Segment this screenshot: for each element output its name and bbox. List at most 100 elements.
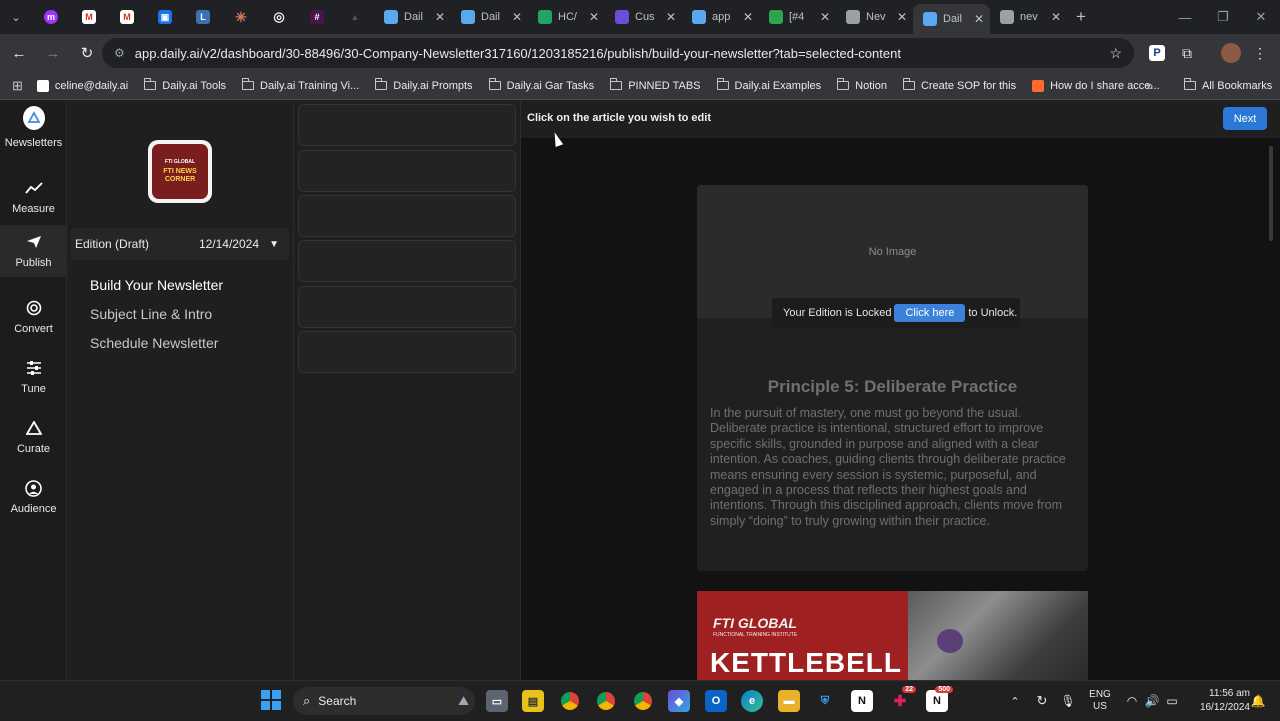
slack-taskbar-icon[interactable]: ✚ 22 (889, 686, 916, 712)
browser-tab[interactable]: Dail ✕ (451, 0, 528, 34)
task-view-icon[interactable]: ▭ (486, 690, 508, 712)
menu-subject-line-intro[interactable]: Subject Line & Intro (90, 306, 212, 322)
skeleton-card[interactable] (298, 104, 516, 146)
forward-arrow-icon[interactable]: → (38, 38, 68, 68)
tab-search-chevron-icon[interactable]: ⌄ (0, 0, 32, 34)
url-text[interactable]: app.daily.ai/v2/dashboard/30-88496/30-Co… (135, 46, 901, 61)
sync-icon[interactable]: ↻ (1032, 681, 1052, 721)
wifi-icon[interactable]: ◠ (1124, 681, 1140, 721)
all-bookmarks-button[interactable]: All Bookmarks (1184, 78, 1272, 92)
browser-tab[interactable]: [#4 ✕ (759, 0, 836, 34)
skeleton-card[interactable] (298, 195, 516, 237)
outlook-icon[interactable]: O (705, 690, 727, 712)
pinned-tab-messenger[interactable]: m (32, 0, 70, 34)
skeleton-card[interactable] (298, 286, 516, 328)
menu-build-your-newsletter[interactable]: Build Your Newsletter (90, 277, 223, 293)
tab-close-icon[interactable]: ✕ (666, 10, 676, 24)
windows-start-icon[interactable] (261, 690, 281, 710)
copilot-icon[interactable]: ◆ (668, 690, 690, 712)
store-icon[interactable]: ⛨ (814, 690, 836, 712)
browser-tab[interactable]: Nev ✕ (836, 0, 913, 34)
profile-avatar[interactable] (1218, 38, 1244, 68)
pinned-tab-slack[interactable]: # (298, 0, 336, 34)
browser-tab[interactable]: nev ✕ (990, 0, 1067, 34)
tab-close-icon[interactable]: ✕ (589, 10, 599, 24)
rail-item-newsletters[interactable]: Newsletters (0, 101, 67, 159)
tab-close-icon[interactable]: ✕ (897, 10, 907, 24)
chrome-icon[interactable] (559, 690, 581, 712)
menu-schedule-newsletter[interactable]: Schedule Newsletter (90, 335, 218, 351)
next-button[interactable]: Next (1223, 107, 1267, 130)
battery-icon[interactable]: ▭ (1164, 681, 1180, 721)
bookmark-item[interactable]: How do I share acce... (1032, 79, 1160, 92)
taskbar-clock[interactable]: 11:56 am 16/12/2024 (1186, 687, 1250, 715)
article-card[interactable]: No Image Principle 5: Deliberate Practic… (697, 185, 1088, 571)
bookmark-item[interactable]: Notion (837, 78, 887, 92)
bookmark-item[interactable]: Daily.ai Prompts (375, 78, 473, 92)
rail-item-curate[interactable]: Curate (0, 411, 67, 469)
address-bar[interactable]: ⚙ app.daily.ai/v2/dashboard/30-88496/30-… (102, 38, 1134, 68)
tab-close-icon[interactable]: ✕ (512, 10, 522, 24)
bookmark-item[interactable]: Create SOP for this (902, 78, 1016, 92)
browser-menu-icon[interactable]: ⋮ (1250, 38, 1270, 68)
skeleton-card[interactable] (298, 331, 516, 373)
reload-icon[interactable]: ↻ (72, 38, 102, 68)
tab-close-icon[interactable]: ✕ (820, 10, 830, 24)
minimize-window-icon[interactable]: — (1166, 0, 1204, 34)
browser-tab[interactable]: Dail ✕ (913, 4, 990, 34)
rail-item-measure[interactable]: Measure (0, 171, 67, 229)
edge-icon[interactable]: e (741, 690, 763, 712)
notification-bell-icon[interactable]: 🔔 (1250, 681, 1266, 721)
edition-select[interactable]: Edition (Draft) 12/14/2024 ▼ (71, 228, 289, 260)
pinned-tab-chatgpt[interactable]: ◎ (260, 0, 298, 34)
pinned-tab-gmail-2[interactable]: M (108, 0, 146, 34)
bookmark-item[interactable]: celine@daily.ai (36, 79, 128, 92)
chrome-profile-icon[interactable] (595, 690, 617, 712)
bookmark-item[interactable]: Daily.ai Gar Tasks (488, 78, 594, 92)
article-card-kettlebell[interactable]: FTI GLOBAL FUNCTIONAL TRAINING INSTITUTE… (697, 591, 1088, 680)
back-arrow-icon[interactable]: ← (4, 38, 34, 68)
tab-close-icon[interactable]: ✕ (1051, 10, 1061, 24)
bookmark-item[interactable]: PINNED TABS (610, 78, 701, 92)
volume-icon[interactable]: 🔊 (1144, 681, 1160, 721)
skeleton-card[interactable] (298, 150, 516, 192)
browser-tab[interactable]: HC/ ✕ (528, 0, 605, 34)
site-info-icon[interactable]: ⚙ (114, 46, 125, 60)
pinned-tab-gmail-1[interactable]: M (70, 0, 108, 34)
restore-window-icon[interactable]: ❐ (1204, 0, 1242, 34)
notion-calendar-icon[interactable]: N 500 (926, 686, 953, 712)
pinned-tab-calendar[interactable]: ▣ (146, 0, 184, 34)
file-explorer-icon[interactable]: ▬ (778, 690, 800, 712)
browser-tab[interactable]: Dail ✕ (374, 0, 451, 34)
rail-item-convert[interactable]: Convert (0, 291, 67, 349)
browser-tab[interactable]: app ✕ (682, 0, 759, 34)
bookmark-item[interactable]: Daily.ai Training Vi... (242, 78, 359, 92)
sticky-notes-icon[interactable]: ▤ (522, 690, 544, 712)
pinned-tab-l-app[interactable]: L (184, 0, 222, 34)
pinned-tab-dark-app[interactable]: ▲ (336, 0, 374, 34)
extension-p-icon[interactable]: P (1146, 38, 1168, 68)
skeleton-card[interactable] (298, 240, 516, 282)
apps-grid-icon[interactable]: ⊞ (12, 78, 23, 94)
rail-item-publish[interactable]: Publish (0, 225, 67, 277)
unlock-button[interactable]: Click here (894, 304, 966, 322)
language-indicator[interactable]: ENG US (1086, 681, 1114, 721)
bookmark-item[interactable]: Daily.ai Tools (144, 78, 226, 92)
new-tab-button[interactable]: + (1067, 0, 1095, 34)
tab-close-icon[interactable]: ✕ (435, 10, 445, 24)
editor-scrollbar[interactable] (1269, 146, 1273, 241)
rail-item-audience[interactable]: Audience (0, 471, 67, 529)
tab-close-icon[interactable]: ✕ (743, 10, 753, 24)
rail-item-tune[interactable]: Tune (0, 351, 67, 409)
bookmarks-overflow-icon[interactable]: » (1146, 78, 1153, 93)
microphone-icon[interactable]: 🎙 (1060, 681, 1076, 721)
close-window-icon[interactable]: ✕ (1242, 0, 1280, 34)
extensions-puzzle-icon[interactable]: ⧉ (1176, 38, 1198, 68)
taskbar-search[interactable]: ⌕ Search ⛰ (293, 687, 475, 715)
tab-close-icon[interactable]: ✕ (974, 12, 984, 26)
bookmark-star-icon[interactable]: ☆ (1109, 45, 1122, 62)
pinned-tab-claude[interactable]: ✳ (222, 0, 260, 34)
bookmark-item[interactable]: Daily.ai Examples (716, 78, 821, 92)
notion-icon[interactable]: N (851, 690, 873, 712)
tray-overflow-icon[interactable]: ⌃ (1008, 681, 1022, 721)
